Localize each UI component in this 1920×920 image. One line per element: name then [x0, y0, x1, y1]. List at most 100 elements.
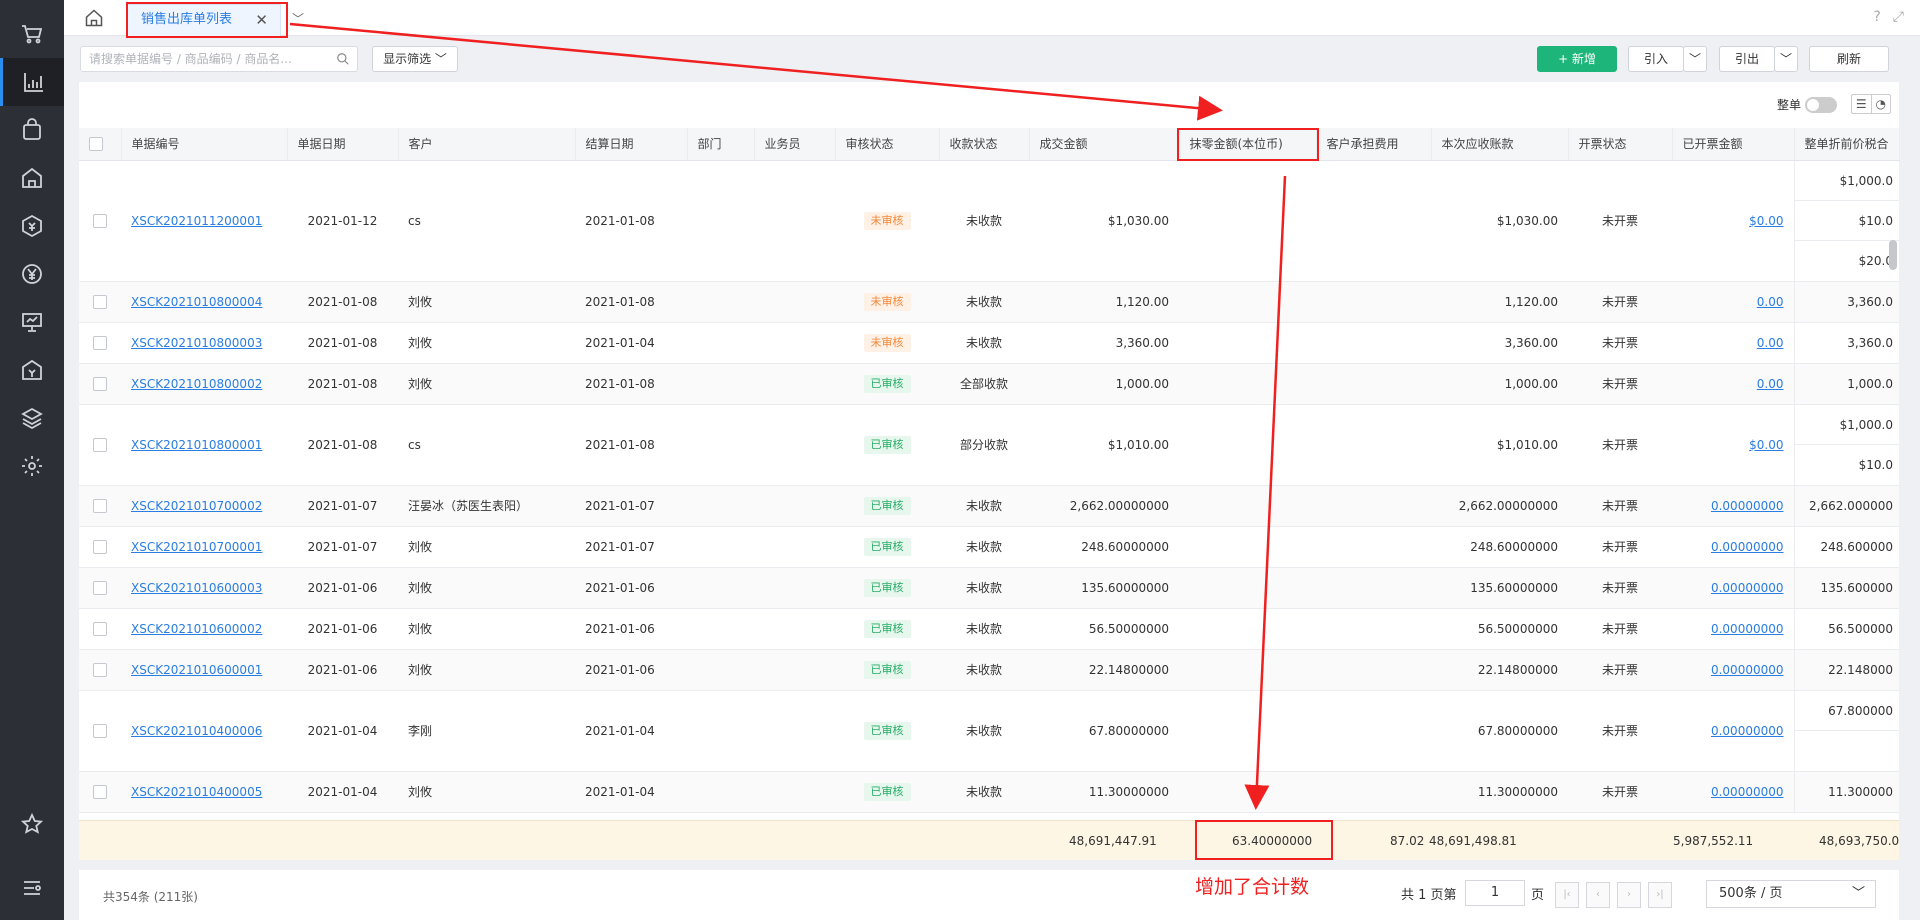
export-button[interactable]: 引出	[1719, 46, 1775, 72]
finance-icon[interactable]	[0, 202, 64, 250]
col-header[interactable]: 审核状态	[835, 128, 940, 161]
row-checkbox[interactable]	[93, 662, 107, 677]
table-scrollbar[interactable]	[1889, 240, 1897, 270]
col-header[interactable]: 部门	[687, 128, 755, 161]
cart-icon[interactable]	[0, 10, 64, 58]
pie-chart-icon[interactable]: ◔	[1870, 95, 1891, 113]
col-header[interactable]: 整单折前价税合	[1794, 128, 1900, 161]
first-page-button[interactable]: |‹	[1555, 882, 1579, 908]
row-checkbox[interactable]	[93, 335, 107, 350]
settings-list-icon[interactable]	[0, 864, 64, 912]
order-number-link[interactable]: XSCK2021010600002	[131, 622, 262, 636]
table-row[interactable]: XSCK2021010600003 2021-01-06 刘攸 2021-01-06 已…	[79, 567, 1899, 609]
bag-icon[interactable]	[0, 106, 64, 154]
invoiced-amount-link[interactable]: 0.00	[1757, 377, 1784, 391]
table-row[interactable]: XSCK2021010600001 2021-01-06 刘攸 2021-01-06 已…	[79, 649, 1899, 691]
col-header[interactable]: 抹零金额(本位币)	[1179, 128, 1317, 161]
chevron-down-icon[interactable]: ﹀	[292, 10, 304, 27]
add-button[interactable]: + 新增	[1537, 46, 1617, 72]
order-number-link[interactable]: XSCK2021010800002	[131, 377, 262, 391]
row-checkbox[interactable]	[93, 621, 107, 636]
toggle-switch[interactable]	[1805, 96, 1837, 113]
gear-icon[interactable]	[0, 442, 64, 490]
order-number-link[interactable]: XSCK2021010800004	[131, 295, 262, 309]
table-row[interactable]: XSCK2021010800001 2021-01-08 cs 2021-01-08 已…	[79, 404, 1899, 486]
order-number-link[interactable]: XSCK2021010700001	[131, 540, 262, 554]
row-checkbox[interactable]	[93, 784, 107, 799]
invoiced-amount-link[interactable]: 0.00	[1757, 336, 1784, 350]
row-checkbox[interactable]	[93, 376, 107, 391]
row-checkbox[interactable]	[93, 539, 107, 554]
order-number-link[interactable]: XSCK2021010800003	[131, 336, 262, 350]
row-checkbox[interactable]	[93, 498, 107, 513]
table-row[interactable]: XSCK2021010800002 2021-01-08 刘攸 2021-01-08 已…	[79, 363, 1899, 405]
invoiced-amount-link[interactable]: 0.00000000	[1711, 581, 1784, 595]
invoiced-amount-link[interactable]: 0.00000000	[1711, 622, 1784, 636]
page-input[interactable]: 1	[1465, 880, 1525, 906]
invoiced-amount-link[interactable]: 0.00000000	[1711, 499, 1784, 513]
star-icon[interactable]	[0, 800, 64, 848]
filter-toggle-button[interactable]: 显示筛选 ﹀	[372, 46, 458, 72]
order-number-link[interactable]: XSCK2021010600001	[131, 663, 262, 677]
close-icon[interactable]: ✕	[255, 5, 268, 35]
col-header[interactable]: 客户	[398, 128, 576, 161]
order-number-link[interactable]: XSCK2021010400005	[131, 785, 262, 799]
order-number-link[interactable]: XSCK2021011200001	[131, 214, 262, 228]
whole-order-toggle[interactable]: 整单	[1777, 96, 1837, 113]
order-number-link[interactable]: XSCK2021010600003	[131, 581, 262, 595]
presentation-icon[interactable]	[0, 298, 64, 346]
export-dropdown-button[interactable]: ﹀	[1774, 46, 1798, 72]
help-icon[interactable]: ?	[1873, 9, 1880, 25]
col-header[interactable]: 结算日期	[575, 128, 688, 161]
fullscreen-icon[interactable]: ⤢	[1893, 9, 1904, 25]
search-icon[interactable]	[336, 52, 350, 66]
invoiced-amount-link[interactable]: 0.00000000	[1711, 540, 1784, 554]
table-row[interactable]: XSCK2021010400005 2021-01-04 刘攸 2021-01-04 已…	[79, 771, 1899, 813]
table-row[interactable]: XSCK2021010400006 2021-01-04 李刚 2021-01-04 已…	[79, 690, 1899, 772]
col-header[interactable]: 本次应收账款	[1431, 128, 1569, 161]
col-header[interactable]: 单据编号	[121, 128, 288, 161]
layers-icon[interactable]	[0, 394, 64, 442]
select-all-checkbox[interactable]	[89, 137, 103, 151]
tab-sales-outbound-list[interactable]: 销售出库单列表 ✕	[126, 4, 281, 36]
col-header[interactable]: 成交金额	[1029, 128, 1180, 161]
order-number-link[interactable]: XSCK2021010400006	[131, 724, 262, 738]
row-checkbox[interactable]	[93, 723, 107, 738]
bank-icon[interactable]	[0, 346, 64, 394]
invoiced-amount-link[interactable]: $0.00	[1749, 438, 1783, 452]
row-checkbox[interactable]	[93, 213, 107, 228]
home-icon[interactable]	[84, 8, 104, 28]
import-button[interactable]: 引入	[1628, 46, 1684, 72]
order-number-link[interactable]: XSCK2021010700002	[131, 499, 262, 513]
table-row[interactable]: XSCK2021010700001 2021-01-07 刘攸 2021-01-07 已…	[79, 526, 1899, 568]
invoiced-amount-link[interactable]: $0.00	[1749, 214, 1783, 228]
table-row[interactable]: XSCK2021010800004 2021-01-08 刘攸 2021-01-08 未…	[79, 281, 1899, 323]
col-header[interactable]: 收款状态	[939, 128, 1030, 161]
import-dropdown-button[interactable]: ﹀	[1683, 46, 1707, 72]
col-header[interactable]: 开票状态	[1568, 128, 1673, 161]
row-checkbox[interactable]	[93, 294, 107, 309]
col-header[interactable]: 已开票金额	[1672, 128, 1795, 161]
col-header[interactable]: 业务员	[754, 128, 836, 161]
select-all-header[interactable]	[79, 128, 122, 161]
col-header[interactable]: 单据日期	[287, 128, 399, 161]
row-checkbox[interactable]	[93, 437, 107, 452]
table-row[interactable]: XSCK2021010700002 2021-01-07 汪晏冰（苏医生表阳） 202…	[79, 485, 1899, 527]
col-header[interactable]: 客户承担费用	[1316, 128, 1432, 161]
last-page-button[interactable]: ›|	[1648, 882, 1672, 908]
table-row[interactable]: XSCK2021011200001 2021-01-12 cs 2021-01-08 未…	[79, 160, 1899, 282]
prev-page-button[interactable]: ‹	[1586, 882, 1610, 908]
search-input[interactable]: 请搜索单据编号 / 商品编码 / 商品名...	[80, 46, 358, 72]
page-size-select[interactable]: 500条 / 页 ﹀	[1706, 880, 1876, 908]
invoiced-amount-link[interactable]: 0.00	[1757, 295, 1784, 309]
refresh-button[interactable]: 刷新	[1809, 46, 1889, 72]
next-page-button[interactable]: ›	[1617, 882, 1641, 908]
invoiced-amount-link[interactable]: 0.00000000	[1711, 663, 1784, 677]
invoiced-amount-link[interactable]: 0.00000000	[1711, 724, 1784, 738]
invoiced-amount-link[interactable]: 0.00000000	[1711, 785, 1784, 799]
report-chart-icon[interactable]	[0, 58, 64, 106]
table-row[interactable]: XSCK2021010800003 2021-01-08 刘攸 2021-01-04 未…	[79, 322, 1899, 364]
order-number-link[interactable]: XSCK2021010800001	[131, 438, 262, 452]
yen-icon[interactable]	[0, 250, 64, 298]
row-checkbox[interactable]	[93, 580, 107, 595]
